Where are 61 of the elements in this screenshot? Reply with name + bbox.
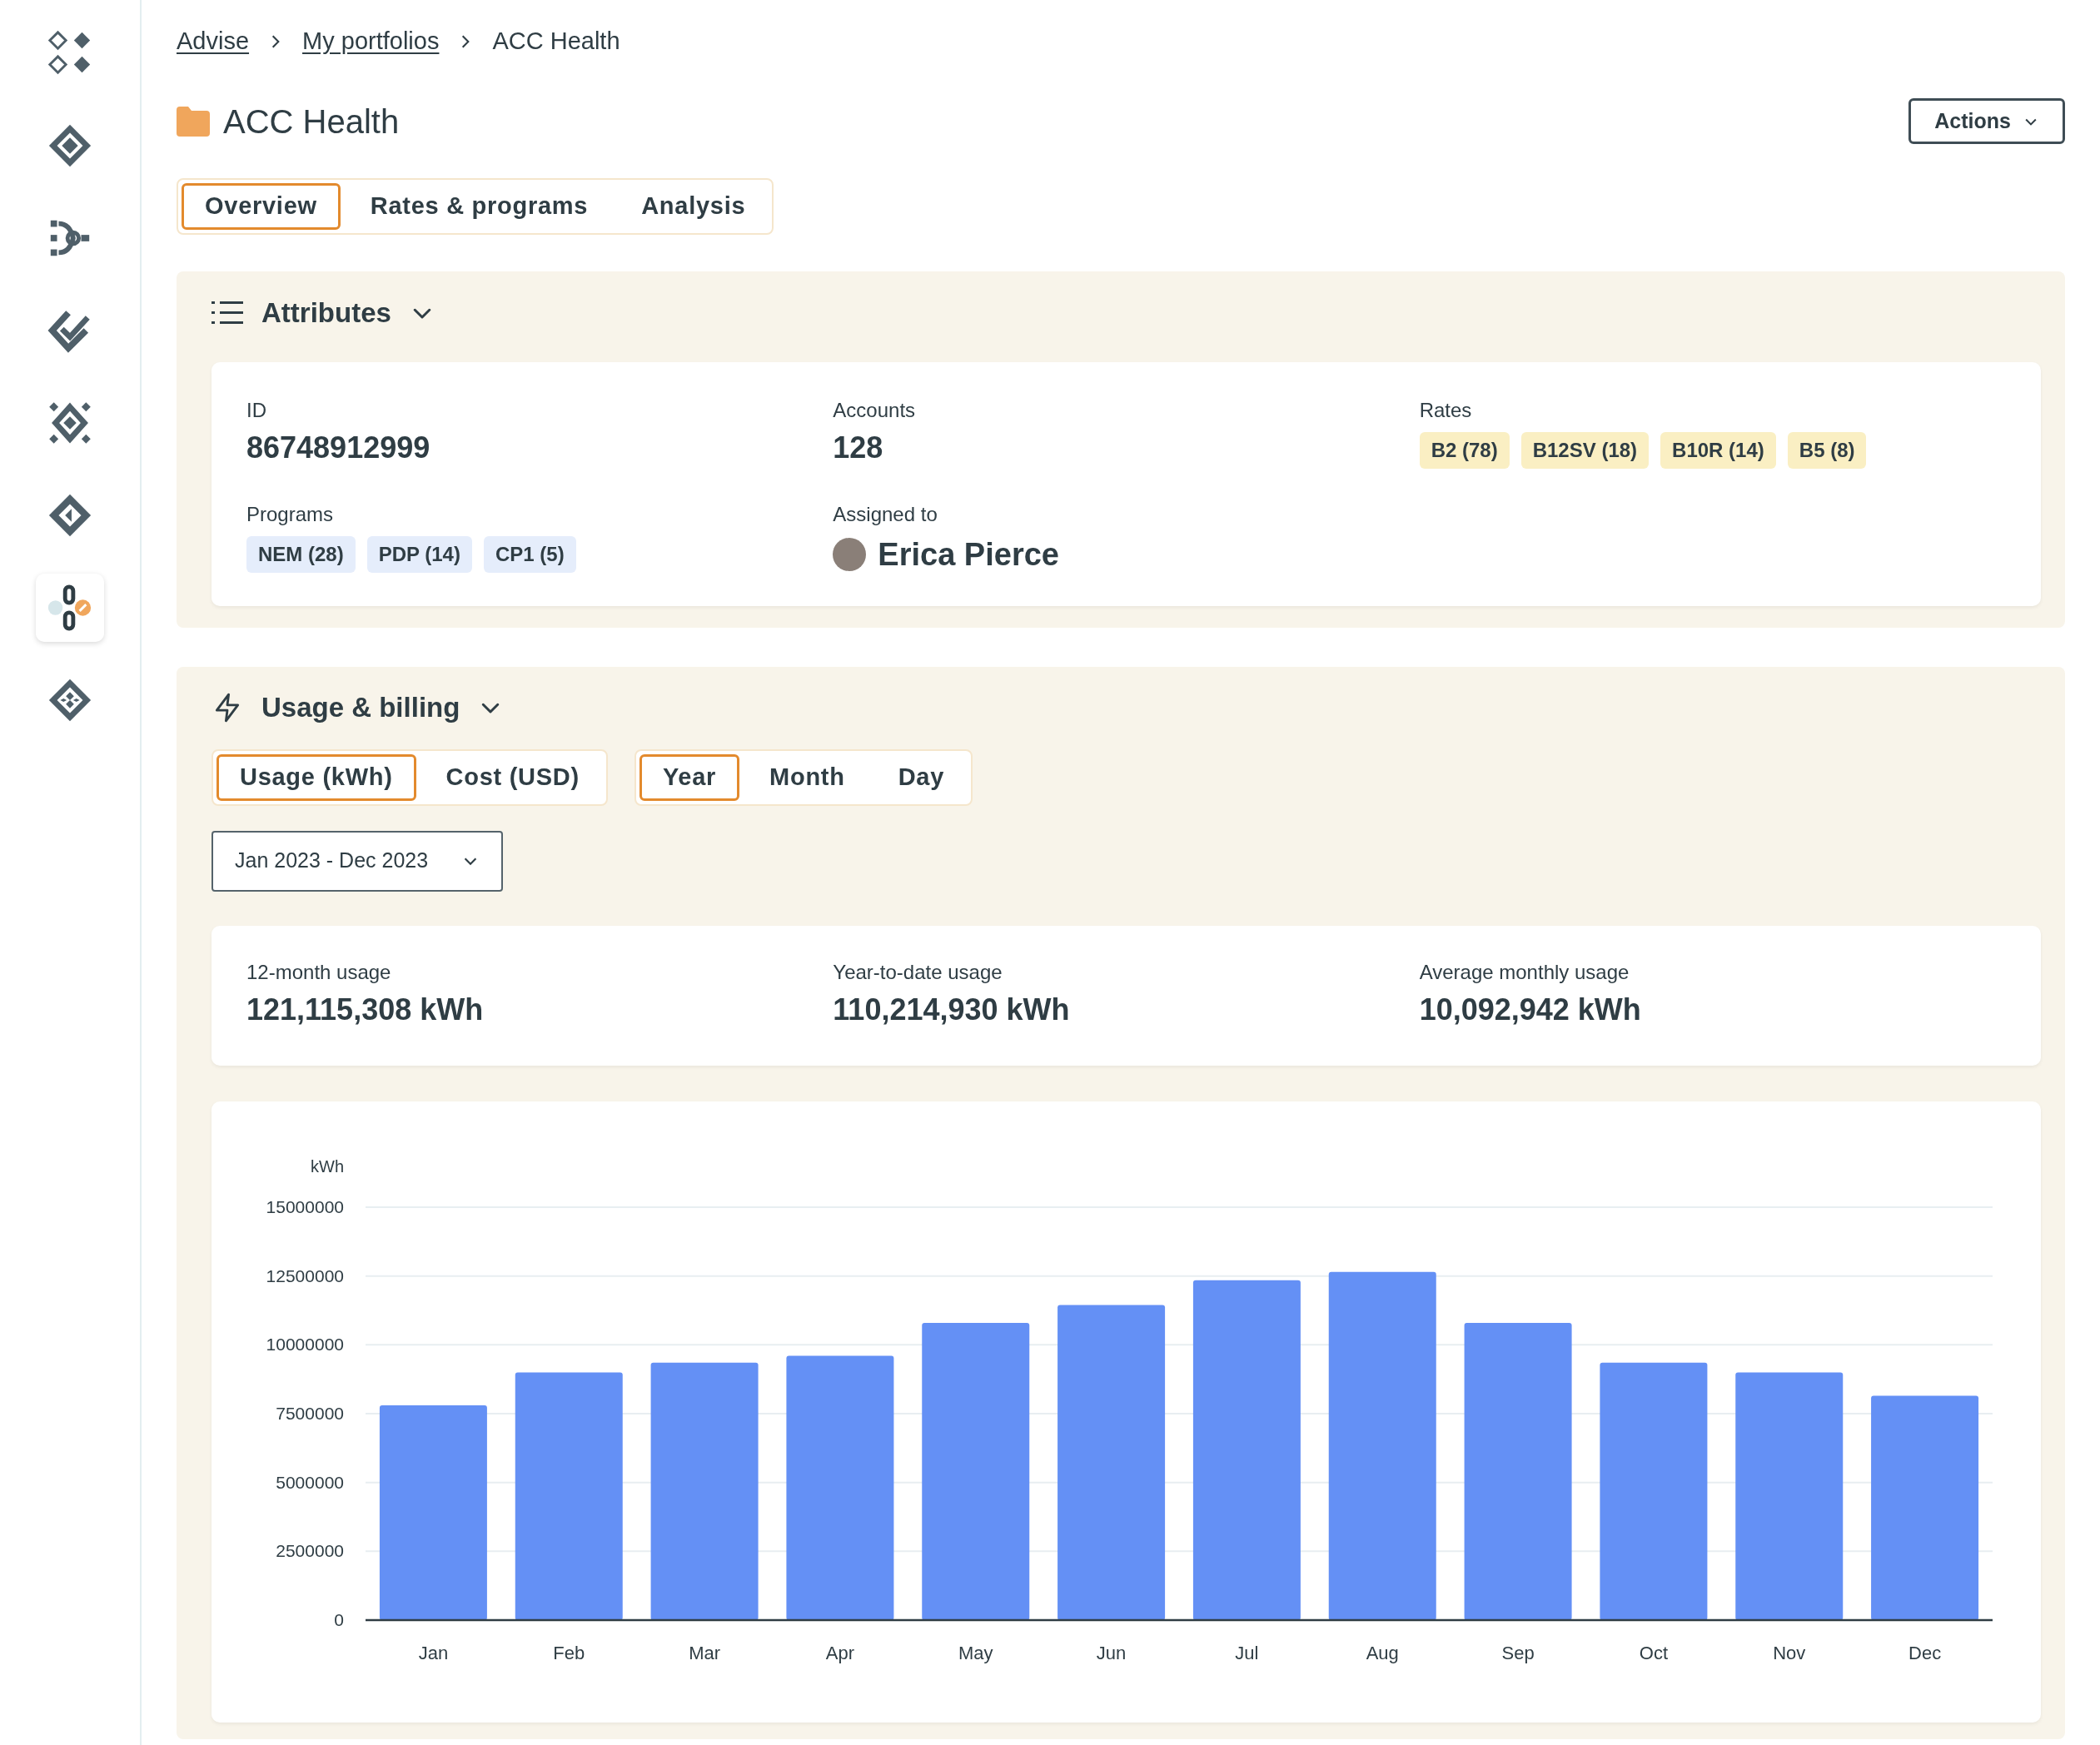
tag: B12SV (18) <box>1520 431 1650 469</box>
field-value: 86748912999 <box>246 429 431 466</box>
y-tick-label: 7500000 <box>276 1403 344 1423</box>
stat-value: 110,214,930 kWh <box>833 991 1071 1028</box>
breadcrumb-link[interactable]: Advise <box>177 23 250 60</box>
section-title: Usage & billing <box>261 690 460 724</box>
avatar <box>833 538 867 571</box>
x-tick-label: Jan <box>418 1642 449 1663</box>
y-tick-label: 0 <box>334 1609 344 1629</box>
tab[interactable]: Cost (USD) <box>422 753 603 801</box>
x-tick-label: May <box>958 1642 993 1663</box>
x-tick-label: Aug <box>1366 1642 1399 1663</box>
x-tick-label: Feb <box>553 1642 585 1663</box>
actions-button[interactable]: Actions <box>1908 98 2065 144</box>
x-tick-label: Apr <box>825 1642 855 1663</box>
tag: CP1 (5) <box>483 535 576 573</box>
x-tick-label: Oct <box>1639 1642 1669 1663</box>
folder-icon <box>177 106 210 137</box>
stat-label: Average monthly usage <box>1419 959 1630 985</box>
tab[interactable]: Rates & programs <box>346 182 612 230</box>
x-tick-label: Jun <box>1096 1642 1127 1663</box>
x-tick-label: Dec <box>1908 1642 1942 1663</box>
tag: NEM (28) <box>246 535 356 573</box>
y-tick-label: 2500000 <box>276 1540 344 1560</box>
y-tick-label: 15000000 <box>266 1196 344 1216</box>
field-label: Rates <box>1419 397 1473 423</box>
stat-label: Year-to-date usage <box>833 959 1003 985</box>
assignee-name: Erica Pierce <box>878 535 1059 574</box>
tag: PDP (14) <box>366 535 472 573</box>
y-tick-label: 10000000 <box>266 1334 344 1354</box>
tag: B2 (78) <box>1419 431 1510 469</box>
field-label: Accounts <box>833 397 917 423</box>
x-tick-label: Jul <box>1235 1642 1259 1663</box>
field-value: 128 <box>833 429 884 466</box>
section-title: Attributes <box>261 296 391 330</box>
tab[interactable]: Analysis <box>618 182 769 230</box>
x-tick-label: Nov <box>1773 1642 1806 1663</box>
stat-value: 121,115,308 kWh <box>246 991 485 1028</box>
tab[interactable]: Month <box>746 753 868 801</box>
tab[interactable]: Usage (kWh) <box>216 753 416 801</box>
x-tick-label: Mar <box>689 1642 721 1663</box>
y-tick-label: 12500000 <box>266 1265 344 1285</box>
y-tick-label: 5000000 <box>276 1472 344 1492</box>
sidebar-item[interactable] <box>36 574 104 642</box>
tab[interactable]: Day <box>874 753 968 801</box>
x-tick-label: Sep <box>1501 1642 1535 1663</box>
breadcrumb-link[interactable]: My portfolios <box>302 23 440 60</box>
tab[interactable]: Year <box>639 753 740 801</box>
tab[interactable]: Overview <box>182 182 341 230</box>
tag: B5 (8) <box>1787 431 1867 469</box>
field-label: ID <box>246 397 267 423</box>
axis-unit-label: kWh <box>311 1156 344 1176</box>
list-icon <box>211 300 243 326</box>
tag: B10R (14) <box>1660 431 1776 469</box>
page-title: ACC Health <box>223 102 400 142</box>
date-range-dropdown[interactable]: Jan 2023 - Dec 2023 <box>211 830 503 892</box>
stat-label: 12-month usage <box>246 959 392 985</box>
field-label: Assigned to <box>833 501 938 527</box>
field-label: Programs <box>246 501 335 527</box>
stat-value: 10,092,942 kWh <box>1419 991 1642 1028</box>
breadcrumb-current: ACC Health <box>492 27 620 56</box>
